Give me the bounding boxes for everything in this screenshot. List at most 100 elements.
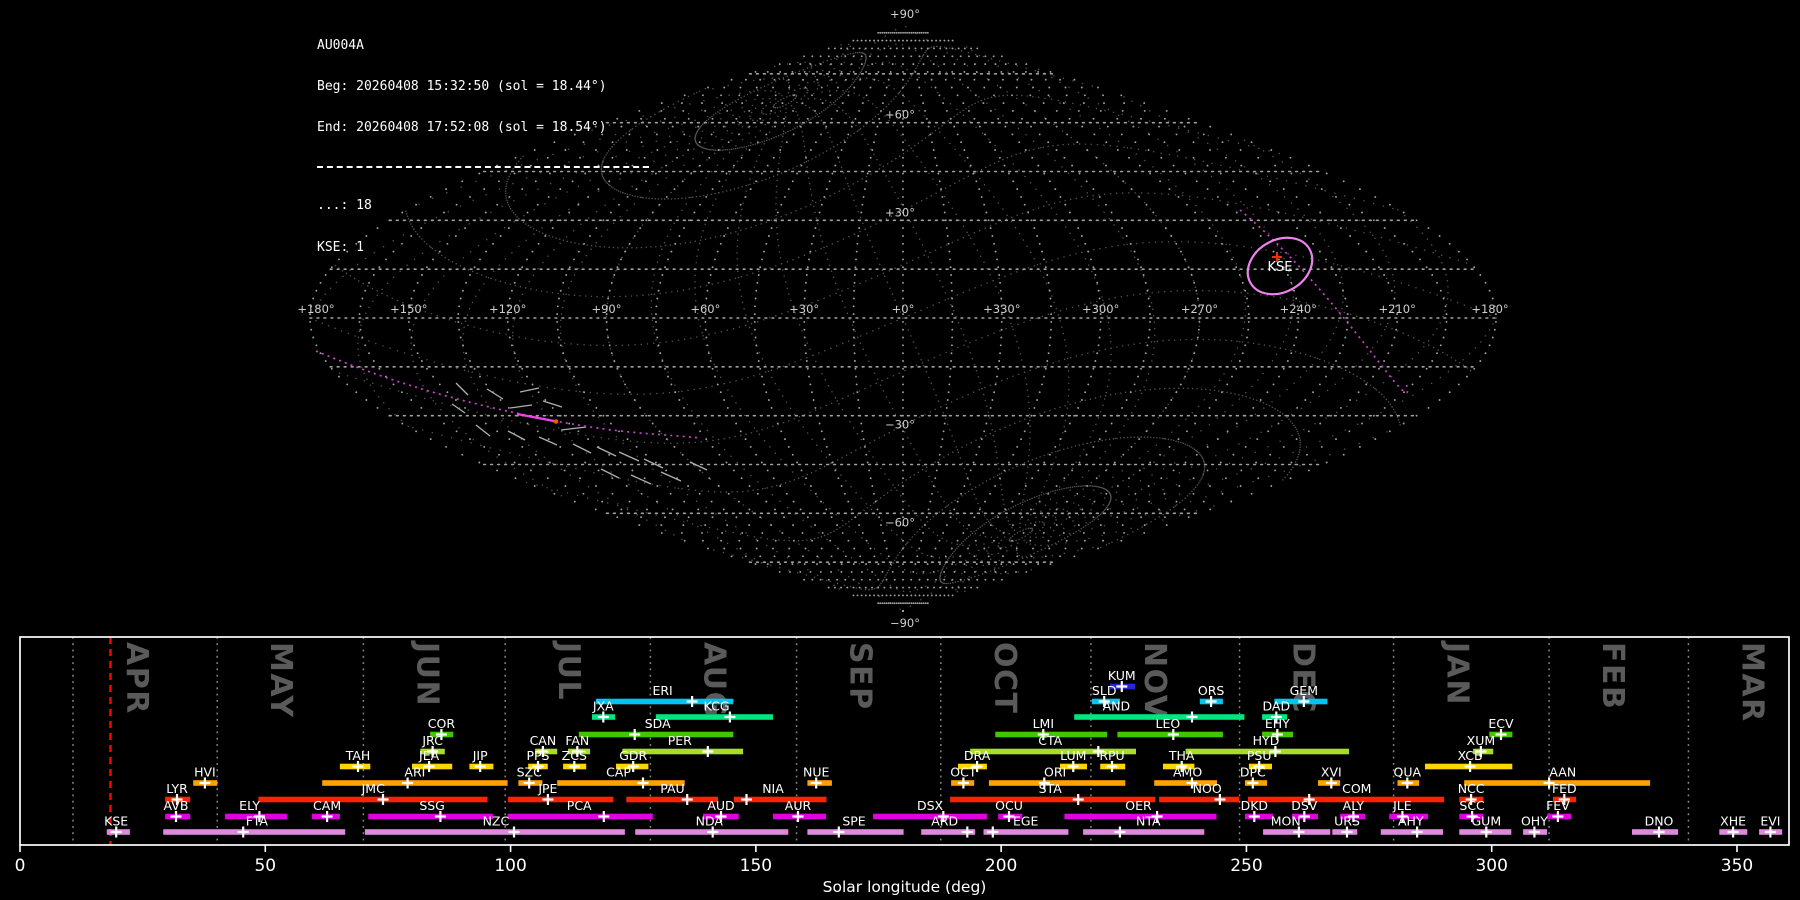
shower-label-SPE: SPE <box>842 814 865 829</box>
shower-label-COR: COR <box>428 716 456 731</box>
month-label: SEP <box>843 642 878 711</box>
meteor-trail <box>475 424 491 437</box>
shower-peak-marker-NZC <box>508 826 520 838</box>
shower-label-SSG: SSG <box>419 798 445 813</box>
shower-label-OCU: OCU <box>995 798 1023 813</box>
shower-label-DSX: DSX <box>917 798 944 813</box>
shower-bar-PAU <box>626 796 718 803</box>
x-tick-label: 350 <box>1721 856 1753 876</box>
radiant-plot-window: KSE +90° −90° +60° +30° −30° −60° +180° +150° +1… <box>0 0 1800 900</box>
longitude-label: +180° <box>297 302 334 316</box>
shower-label-CTA: CTA <box>1038 733 1062 748</box>
meteor-trail <box>600 468 620 479</box>
shower-label-JMC: JMC <box>361 781 385 796</box>
meteor-trail <box>560 426 587 431</box>
shower-label-QUA: QUA <box>1394 765 1422 780</box>
shower-label-AUD: AUD <box>707 798 734 813</box>
shower-bar-SDA <box>578 731 734 738</box>
shower-peak-marker-ERI <box>686 696 698 707</box>
shower-label-PCA: PCA <box>567 798 592 813</box>
shower-timeline-chart: APR MAY JUN JUL AUG SEP OCT NOV DEC JAN FEB MARKUME… <box>15 636 1790 896</box>
shower-bar-JMC <box>258 796 488 803</box>
longitude-label: +300° <box>1082 302 1119 316</box>
kse-count: 1 <box>356 239 364 255</box>
shower-label-DAD: DAD <box>1263 699 1291 714</box>
shower-label-THA: THA <box>1168 748 1195 763</box>
shower-bar-NTA <box>1083 829 1205 835</box>
kse-meteor-tip <box>553 419 559 424</box>
shower-bar-FTA <box>163 829 346 835</box>
shower-label-ALY: ALY <box>1343 798 1365 813</box>
month-label: JAN <box>1440 640 1475 706</box>
shower-label-GDR: GDR <box>619 748 647 763</box>
shower-bar-SPE <box>807 829 904 835</box>
kse-radiant-label: KSE <box>1268 260 1293 275</box>
latitude-label: +60° <box>885 108 915 122</box>
shower-bar-KCG <box>655 714 773 720</box>
shower-label-JXA: JXA <box>592 699 614 714</box>
shower-label-XUM: XUM <box>1467 733 1496 748</box>
meteor-trail <box>618 451 640 462</box>
shower-peak-marker-AND <box>1186 711 1198 723</box>
longitude-label: +180° <box>1471 302 1508 316</box>
shower-peak-marker-SDA <box>629 729 641 740</box>
session-id: AU004A <box>317 37 364 53</box>
shower-label-JRC: JRC <box>421 733 443 748</box>
shower-label-JPE: JPE <box>537 781 557 796</box>
month-label: MAR <box>1734 642 1769 723</box>
shower-label-AAN: AAN <box>1549 765 1576 780</box>
longitude-label: +120° <box>489 302 526 316</box>
shower-label-ERI: ERI <box>652 683 672 698</box>
shower-label-EHY: EHY <box>1265 716 1290 731</box>
meteor-trail <box>538 436 558 446</box>
shower-label-FEV: FEV <box>1546 798 1570 813</box>
shower-label-FAN: FAN <box>565 733 589 748</box>
shower-peak-marker-EGE <box>987 826 999 838</box>
sporadic-count: 18 <box>356 198 372 214</box>
longitude-label: +210° <box>1378 302 1415 316</box>
shower-peak-marker-NIA <box>741 794 752 805</box>
info-separator <box>317 165 649 168</box>
month-label: FEB <box>1595 642 1630 710</box>
shower-label-ECV: ECV <box>1488 716 1514 731</box>
shower-bar-PCA <box>507 813 653 820</box>
shower-label-SZC: SZC <box>517 765 542 780</box>
shower-label-AND: AND <box>1103 699 1131 714</box>
shower-label-FED: FED <box>1552 781 1577 796</box>
shower-peak-marker-CAP <box>637 777 649 789</box>
longitude-label: +60° <box>690 302 720 316</box>
shower-bar-SSG <box>368 813 493 820</box>
meteor-trail <box>689 461 708 471</box>
shower-bar-NZC <box>364 829 625 835</box>
shower-label-AVB: AVB <box>164 798 189 813</box>
shower-bar-ARI <box>322 780 508 786</box>
shower-label-CAN: CAN <box>530 733 557 748</box>
x-tick-label: 50 <box>254 856 276 876</box>
shower-label-LMI: LMI <box>1033 716 1054 731</box>
longitude-label: +330° <box>983 302 1020 316</box>
shower-label-AUR: AUR <box>785 798 812 813</box>
month-label: OCT <box>987 642 1022 714</box>
shower-label-CAM: CAM <box>313 798 341 813</box>
month-label: JUL <box>551 640 586 701</box>
x-tick-label: 150 <box>740 856 772 876</box>
shower-label-OER: OER <box>1125 798 1152 813</box>
shower-label-JIP: JIP <box>472 748 488 763</box>
shower-label-EGE: EGE <box>1013 814 1039 829</box>
shower-bar-JPE <box>508 796 614 803</box>
shower-label-NZC: NZC <box>483 814 510 829</box>
shower-label-DRA: DRA <box>964 748 991 763</box>
shower-label-PER: PER <box>668 733 692 748</box>
shower-label-SDA: SDA <box>645 716 671 731</box>
shower-label-TAH: TAH <box>345 748 371 763</box>
shower-label-DPC: DPC <box>1240 765 1266 780</box>
shower-label-PAU: PAU <box>660 781 684 796</box>
shower-label-NIA: NIA <box>762 781 784 796</box>
shower-label-JLE: JLE <box>1392 798 1412 813</box>
shower-label-DSV: DSV <box>1291 798 1318 813</box>
shower-peak-marker-NTA <box>1114 826 1126 838</box>
count-line: KSE: 1 <box>317 239 364 255</box>
meteor-trail <box>455 382 469 396</box>
shower-label-SCC: SCC <box>1459 798 1485 813</box>
shower-peak-marker-ARD <box>961 826 973 838</box>
